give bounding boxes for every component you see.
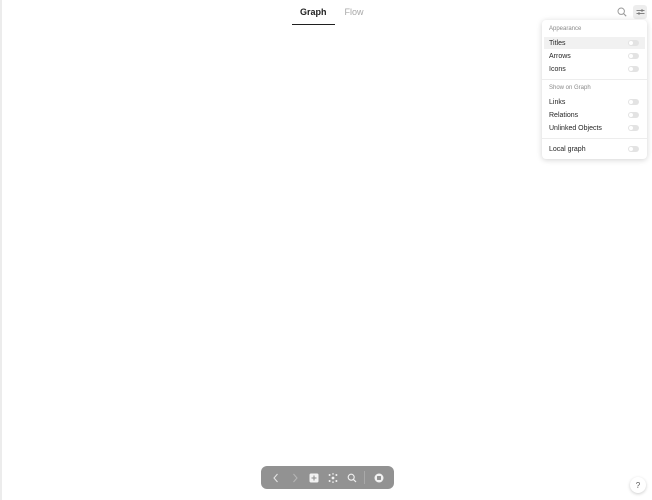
graph-icon[interactable] xyxy=(326,471,339,484)
chevron-left-icon[interactable] xyxy=(269,471,282,484)
links-toggle[interactable] xyxy=(628,99,639,105)
setting-label: Unlinked Objects xyxy=(549,124,602,132)
setting-row-relations[interactable]: Relations xyxy=(544,109,645,121)
search-icon[interactable] xyxy=(345,471,358,484)
setting-row-titles[interactable]: Titles xyxy=(544,37,645,49)
settings-sliders-icon[interactable] xyxy=(633,5,647,19)
tab-graph[interactable]: Graph xyxy=(292,0,335,25)
setting-label: Arrows xyxy=(549,52,571,60)
plus-icon[interactable] xyxy=(307,471,320,484)
setting-row-arrows[interactable]: Arrows xyxy=(544,50,645,62)
titles-toggle[interactable] xyxy=(628,40,639,46)
unlinked-objects-toggle[interactable] xyxy=(628,125,639,131)
local-graph-toggle[interactable] xyxy=(628,146,639,152)
setting-row-links[interactable]: Links xyxy=(544,96,645,108)
arrows-toggle[interactable] xyxy=(628,53,639,59)
toolbar-separator xyxy=(364,471,365,484)
chevron-right-icon[interactable] xyxy=(288,471,301,484)
left-edge-border xyxy=(0,0,2,500)
setting-row-unlinked-objects[interactable]: Unlinked Objects xyxy=(544,122,645,134)
help-label: ? xyxy=(635,480,641,490)
help-button[interactable]: ? xyxy=(630,477,646,493)
gallery-icon[interactable] xyxy=(372,471,385,484)
divider xyxy=(542,79,647,80)
setting-label: Relations xyxy=(549,111,579,119)
tab-flow[interactable]: Flow xyxy=(337,0,372,24)
appearance-section-title: Appearance xyxy=(549,26,582,32)
setting-row-local-graph[interactable]: Local graph xyxy=(544,143,645,155)
divider xyxy=(542,138,647,139)
setting-label: Icons xyxy=(549,65,566,73)
setting-row-icons[interactable]: Icons xyxy=(544,63,645,75)
icons-toggle[interactable] xyxy=(628,66,639,72)
show-on-graph-section-title: Show on Graph xyxy=(549,85,591,91)
bottom-toolbar xyxy=(261,466,394,489)
relations-toggle[interactable] xyxy=(628,112,639,118)
setting-label: Local graph xyxy=(549,145,586,153)
view-tabs: Graph Flow xyxy=(292,0,372,25)
search-icon[interactable] xyxy=(616,6,628,18)
setting-label: Titles xyxy=(549,39,566,47)
graph-settings-panel: Appearance Titles Arrows Icons Show on G… xyxy=(542,20,647,159)
setting-label: Links xyxy=(549,98,566,106)
